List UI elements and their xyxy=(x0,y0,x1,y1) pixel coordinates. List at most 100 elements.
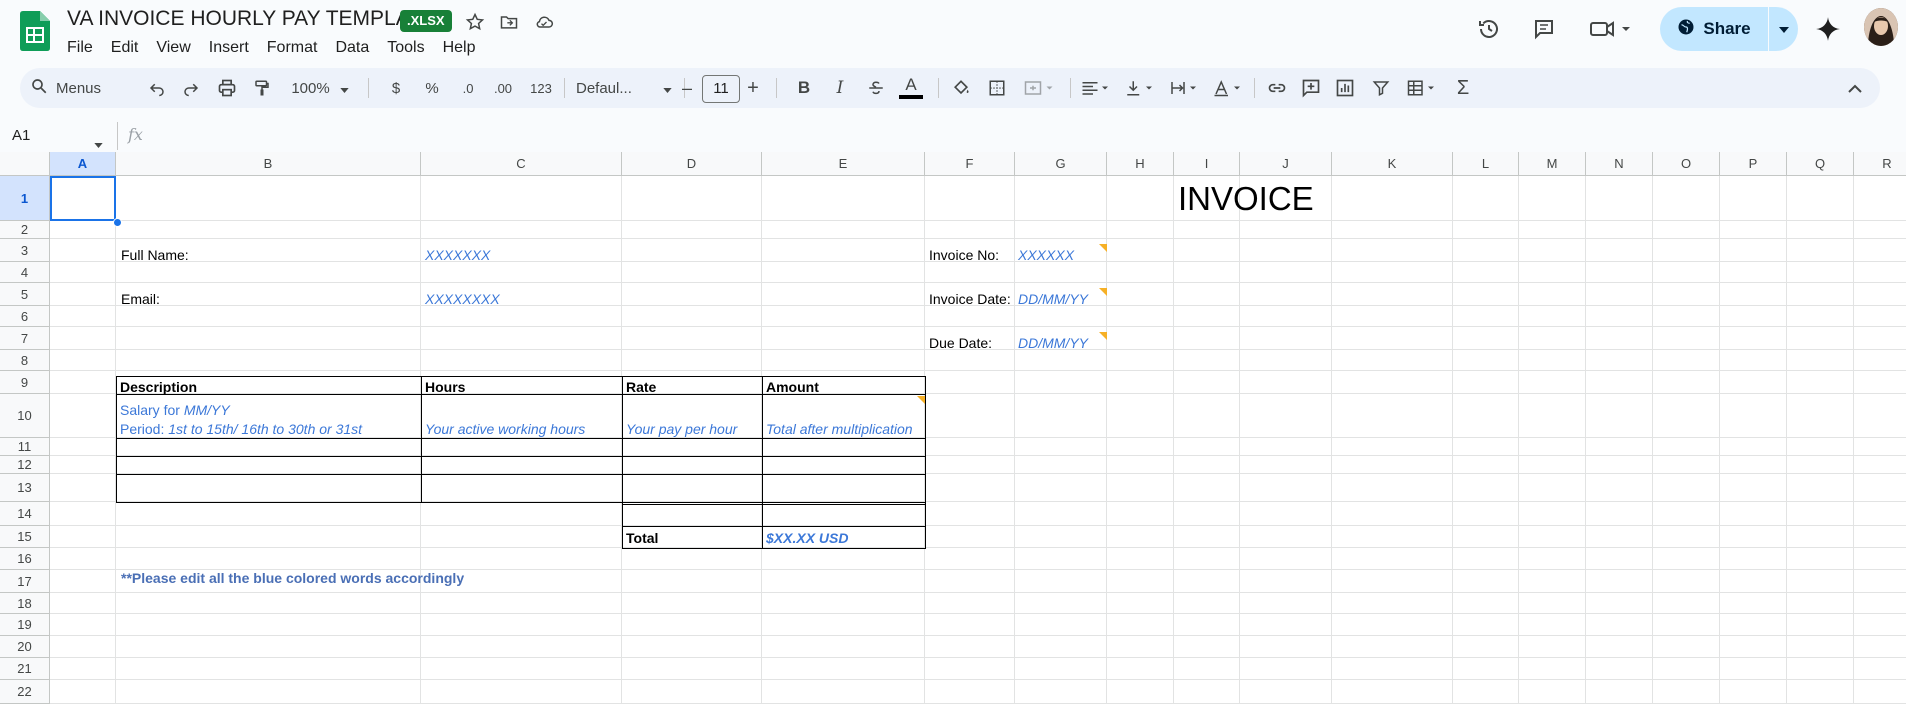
search-menus[interactable]: Menus xyxy=(30,68,130,108)
functions-icon[interactable]: Σ xyxy=(1448,68,1478,108)
collapse-toolbar-icon[interactable] xyxy=(1840,68,1870,108)
menu-file[interactable]: File xyxy=(58,36,102,60)
cloud-status-icon[interactable] xyxy=(531,9,557,35)
comments-icon[interactable] xyxy=(1526,11,1562,47)
meet-video-icon[interactable] xyxy=(1586,11,1636,47)
column-header-j[interactable]: J xyxy=(1240,152,1332,176)
comment-indicator[interactable] xyxy=(1099,332,1107,340)
row-header-6[interactable]: 6 xyxy=(0,306,50,327)
column-header-l[interactable]: L xyxy=(1453,152,1519,176)
row-header-19[interactable]: 19 xyxy=(0,614,50,636)
share-main-button[interactable]: Share xyxy=(1660,7,1768,51)
zoom-select[interactable]: 100% xyxy=(284,68,356,108)
share-button[interactable]: Share xyxy=(1660,7,1798,51)
row-header-18[interactable]: 18 xyxy=(0,593,50,614)
column-header-m[interactable]: M xyxy=(1519,152,1586,176)
merge-cells-icon[interactable] xyxy=(1016,68,1062,108)
fill-handle[interactable] xyxy=(113,218,122,227)
row-header-11[interactable]: 11 xyxy=(0,438,50,456)
column-header-p[interactable]: P xyxy=(1720,152,1787,176)
italic-button[interactable]: I xyxy=(828,68,852,108)
row-header-13[interactable]: 13 xyxy=(0,474,50,502)
number-format-button[interactable]: 123 xyxy=(524,68,558,108)
comment-indicator[interactable] xyxy=(1099,244,1107,252)
select-all-corner[interactable] xyxy=(0,152,50,176)
insert-chart-icon[interactable] xyxy=(1330,68,1360,108)
decrease-decimal-button[interactable]: .0 xyxy=(454,68,482,108)
borders-icon[interactable] xyxy=(982,68,1012,108)
strikethrough-icon[interactable] xyxy=(862,68,890,108)
document-title[interactable]: VA INVOICE HOURLY PAY TEMPLATE xyxy=(67,7,435,31)
font-family-select[interactable]: Defaul... xyxy=(576,68,672,108)
menu-tools[interactable]: Tools xyxy=(378,36,433,60)
insert-comment-icon[interactable] xyxy=(1296,68,1326,108)
row-header-17[interactable]: 17 xyxy=(0,570,50,593)
redo-icon[interactable] xyxy=(178,68,204,108)
share-dropdown-button[interactable] xyxy=(1768,7,1799,51)
column-header-i[interactable]: I xyxy=(1174,152,1240,176)
move-folder-icon[interactable] xyxy=(496,9,522,35)
comment-indicator[interactable] xyxy=(917,396,925,404)
menu-help[interactable]: Help xyxy=(434,36,485,60)
fill-color-icon[interactable] xyxy=(946,68,976,108)
filter-icon[interactable] xyxy=(1366,68,1396,108)
row-header-12[interactable]: 12 xyxy=(0,456,50,474)
row-header-9[interactable]: 9 xyxy=(0,371,50,394)
row-header-7[interactable]: 7 xyxy=(0,327,50,350)
user-avatar[interactable] xyxy=(1864,8,1898,46)
formula-input[interactable] xyxy=(150,122,1890,150)
column-header-k[interactable]: K xyxy=(1332,152,1453,176)
bold-button[interactable]: B xyxy=(792,68,816,108)
paint-format-icon[interactable] xyxy=(248,68,276,108)
name-box[interactable]: A1 xyxy=(12,125,104,148)
row-header-4[interactable]: 4 xyxy=(0,262,50,283)
percent-format-button[interactable]: % xyxy=(420,68,444,108)
row-header-2[interactable]: 2 xyxy=(0,221,50,239)
menu-view[interactable]: View xyxy=(147,36,199,60)
row-header-14[interactable]: 14 xyxy=(0,502,50,526)
text-rotation-icon[interactable] xyxy=(1208,68,1248,108)
column-header-o[interactable]: O xyxy=(1653,152,1720,176)
column-header-q[interactable]: Q xyxy=(1787,152,1854,176)
menu-insert[interactable]: Insert xyxy=(200,36,258,60)
column-header-c[interactable]: C xyxy=(421,152,622,176)
column-header-a[interactable]: A xyxy=(50,152,116,176)
table-view-icon[interactable] xyxy=(1400,68,1444,108)
menu-format[interactable]: Format xyxy=(258,36,327,60)
horizontal-align-icon[interactable] xyxy=(1076,68,1116,108)
row-header-1[interactable]: 1 xyxy=(0,176,50,221)
column-header-d[interactable]: D xyxy=(622,152,762,176)
row-header-20[interactable]: 20 xyxy=(0,636,50,658)
menu-data[interactable]: Data xyxy=(326,36,378,60)
menu-edit[interactable]: Edit xyxy=(102,36,148,60)
font-size-input[interactable]: 11 xyxy=(702,75,740,103)
text-color-button[interactable]: A xyxy=(896,68,926,108)
row-header-10[interactable]: 10 xyxy=(0,394,50,438)
increase-decimal-button[interactable]: .00 xyxy=(488,68,518,108)
column-header-n[interactable]: N xyxy=(1586,152,1653,176)
comment-indicator[interactable] xyxy=(1099,288,1107,296)
print-icon[interactable] xyxy=(213,68,241,108)
decrease-font-size-icon[interactable]: – xyxy=(674,68,700,108)
gemini-spark-icon[interactable] xyxy=(1810,11,1846,47)
undo-icon[interactable] xyxy=(144,68,170,108)
row-header-5[interactable]: 5 xyxy=(0,283,50,306)
increase-font-size-icon[interactable]: + xyxy=(740,68,766,108)
sheets-logo-icon[interactable] xyxy=(20,11,50,51)
column-header-h[interactable]: H xyxy=(1107,152,1174,176)
column-header-f[interactable]: F xyxy=(925,152,1015,176)
row-header-15[interactable]: 15 xyxy=(0,526,50,548)
currency-format-button[interactable]: $ xyxy=(386,68,406,108)
column-header-b[interactable]: B xyxy=(116,152,421,176)
insert-link-icon[interactable] xyxy=(1262,68,1292,108)
vertical-align-icon[interactable] xyxy=(1120,68,1160,108)
text-wrapping-icon[interactable] xyxy=(1164,68,1204,108)
row-header-16[interactable]: 16 xyxy=(0,548,50,570)
spreadsheet-grid[interactable]: ABCDEFGHIJKLMNOPQR 1 2 3 4 5 6 7 8 9 10 11 12 13 14 15… xyxy=(0,152,1906,704)
version-history-icon[interactable] xyxy=(1471,11,1507,47)
column-header-e[interactable]: E xyxy=(762,152,925,176)
row-header-8[interactable]: 8 xyxy=(0,350,50,371)
column-header-g[interactable]: G xyxy=(1015,152,1107,176)
row-header-3[interactable]: 3 xyxy=(0,239,50,262)
star-icon[interactable] xyxy=(462,9,488,35)
